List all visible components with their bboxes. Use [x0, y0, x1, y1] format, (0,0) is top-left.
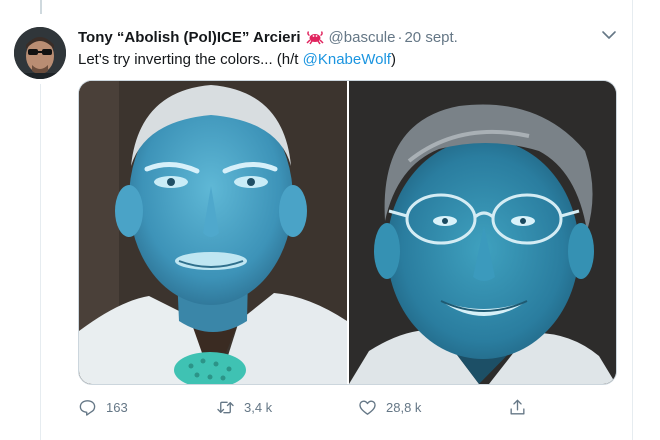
retweet-button[interactable]: 3,4 k [216, 396, 272, 418]
thread-connector-line [40, 0, 42, 14]
heart-icon [359, 399, 376, 415]
inverted-portrait-right-image [349, 81, 616, 384]
display-name[interactable]: Tony “Abolish (Pol)ICE” Arcieri [78, 29, 301, 46]
tweet-header: Tony “Abolish (Pol)ICE” Arcieri @bascule… [78, 28, 630, 48]
tweet-date[interactable]: 20 sept. [404, 29, 457, 46]
retweet-icon [217, 401, 234, 413]
header-separator: · [397, 29, 403, 46]
reply-icon [79, 399, 96, 416]
user-handle[interactable]: @bascule [329, 29, 396, 46]
like-button[interactable]: 28,8 k [358, 396, 421, 418]
tweet-actions: 163 3,4 k 28,8 k [78, 396, 538, 418]
reply-button[interactable]: 163 [78, 396, 128, 418]
media-photo-right[interactable] [349, 81, 616, 384]
tweet-text: Let's try inverting the colors... (h/t @… [78, 50, 396, 70]
tweet-media[interactable] [78, 80, 617, 385]
tweet-text-body: Let's try inverting the colors... (h/t [78, 51, 303, 68]
share-button[interactable] [508, 396, 536, 418]
avatar-image [14, 27, 66, 79]
timeline-left-border [40, 84, 41, 440]
share-icon [510, 399, 525, 415]
tweet-text-end: ) [390, 51, 396, 68]
timeline-right-border [632, 0, 633, 440]
crab-emoji-icon [306, 31, 324, 45]
avatar[interactable] [14, 27, 66, 79]
retweet-count: 3,4 k [244, 399, 273, 415]
media-photo-left[interactable] [79, 81, 347, 384]
reply-count: 163 [106, 399, 128, 415]
mention-link[interactable]: @KnabeWolf [303, 51, 391, 68]
chevron-down-icon[interactable] [600, 26, 618, 44]
like-count: 28,8 k [386, 399, 422, 415]
inverted-portrait-left-image [79, 81, 347, 384]
